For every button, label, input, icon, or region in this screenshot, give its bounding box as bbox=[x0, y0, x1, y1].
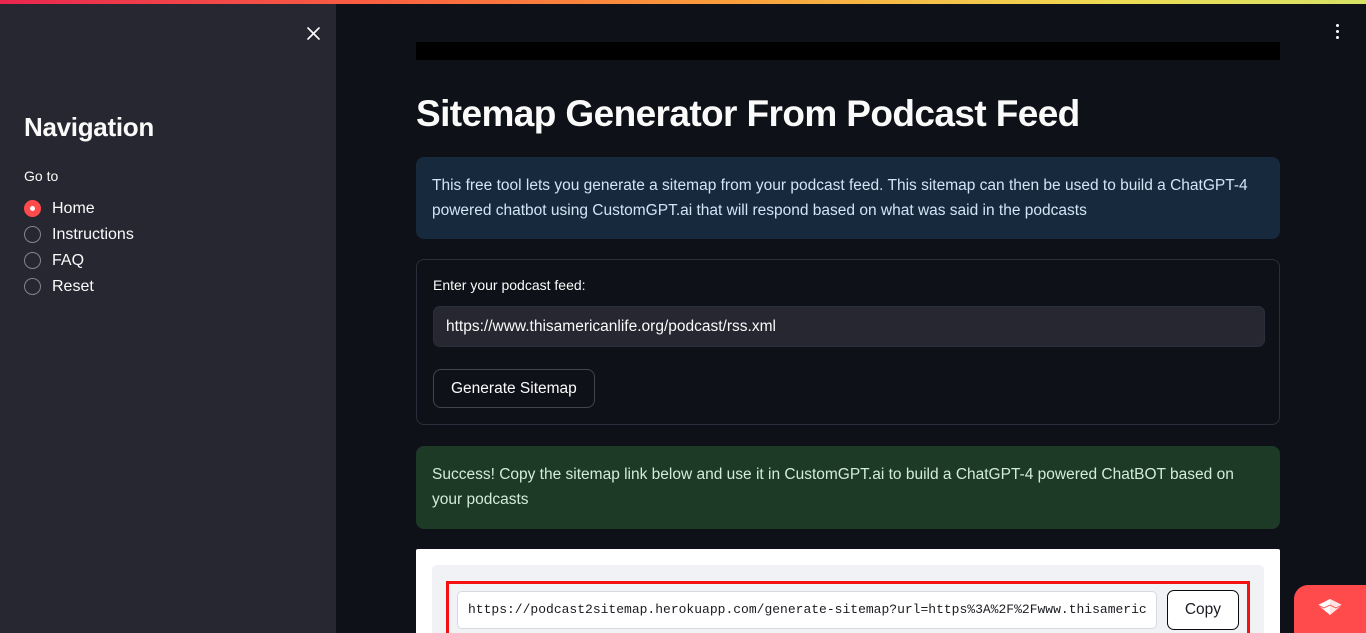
paper-boat-icon bbox=[1316, 597, 1344, 622]
sidebar: Navigation Go to Home Instructions FAQ R… bbox=[0, 4, 336, 633]
copy-highlight-box: Copy bbox=[446, 580, 1250, 633]
copy-panel: Copy bbox=[432, 564, 1264, 633]
app-window: Navigation Go to Home Instructions FAQ R… bbox=[0, 0, 1366, 633]
navigation-radio-group[interactable]: Home Instructions FAQ Reset bbox=[24, 196, 314, 300]
sidebar-content: Navigation Go to Home Instructions FAQ R… bbox=[24, 112, 314, 300]
content-column: Sitemap Generator From Podcast Feed This… bbox=[416, 4, 1280, 633]
kebab-menu-icon[interactable] bbox=[1322, 16, 1352, 46]
sidebar-item-label: Home bbox=[52, 199, 95, 217]
feed-input-label: Enter your podcast feed: bbox=[433, 276, 586, 293]
generate-sitemap-button[interactable]: Generate Sitemap bbox=[433, 369, 595, 409]
radio-icon-faq bbox=[24, 252, 41, 270]
sidebar-item-reset[interactable]: Reset bbox=[24, 274, 314, 300]
sidebar-item-label: Reset bbox=[52, 277, 94, 295]
close-icon bbox=[306, 26, 321, 41]
main-content-area: Sitemap Generator From Podcast Feed This… bbox=[336, 4, 1366, 633]
top-black-banner bbox=[416, 42, 1280, 60]
sidebar-item-label: Instructions bbox=[52, 225, 134, 243]
page-title: Sitemap Generator From Podcast Feed bbox=[416, 93, 1080, 134]
floating-action-widget[interactable] bbox=[1294, 585, 1366, 633]
sidebar-title: Navigation bbox=[24, 112, 154, 142]
sidebar-close-button[interactable] bbox=[298, 18, 328, 48]
sitemap-link-card: Copy bbox=[416, 548, 1280, 633]
sidebar-item-label: FAQ bbox=[52, 251, 85, 269]
sidebar-item-instructions[interactable]: Instructions bbox=[24, 222, 314, 248]
radio-group-label: Go to bbox=[24, 168, 59, 185]
radio-icon-home bbox=[24, 200, 41, 218]
info-alert: This free tool lets you generate a sitem… bbox=[416, 156, 1280, 239]
top-gradient-bar bbox=[0, 0, 1366, 4]
radio-icon-instructions bbox=[24, 226, 41, 244]
sidebar-item-home[interactable]: Home bbox=[24, 196, 314, 222]
podcast-feed-input[interactable] bbox=[433, 306, 1265, 348]
radio-icon-reset bbox=[24, 278, 41, 296]
feed-form-card: Enter your podcast feed: Generate Sitema… bbox=[416, 258, 1280, 426]
success-alert: Success! Copy the sitemap link below and… bbox=[416, 446, 1280, 529]
sidebar-item-faq[interactable]: FAQ bbox=[24, 248, 314, 274]
copy-button[interactable]: Copy bbox=[1166, 589, 1239, 630]
sitemap-url-input[interactable] bbox=[457, 590, 1157, 629]
